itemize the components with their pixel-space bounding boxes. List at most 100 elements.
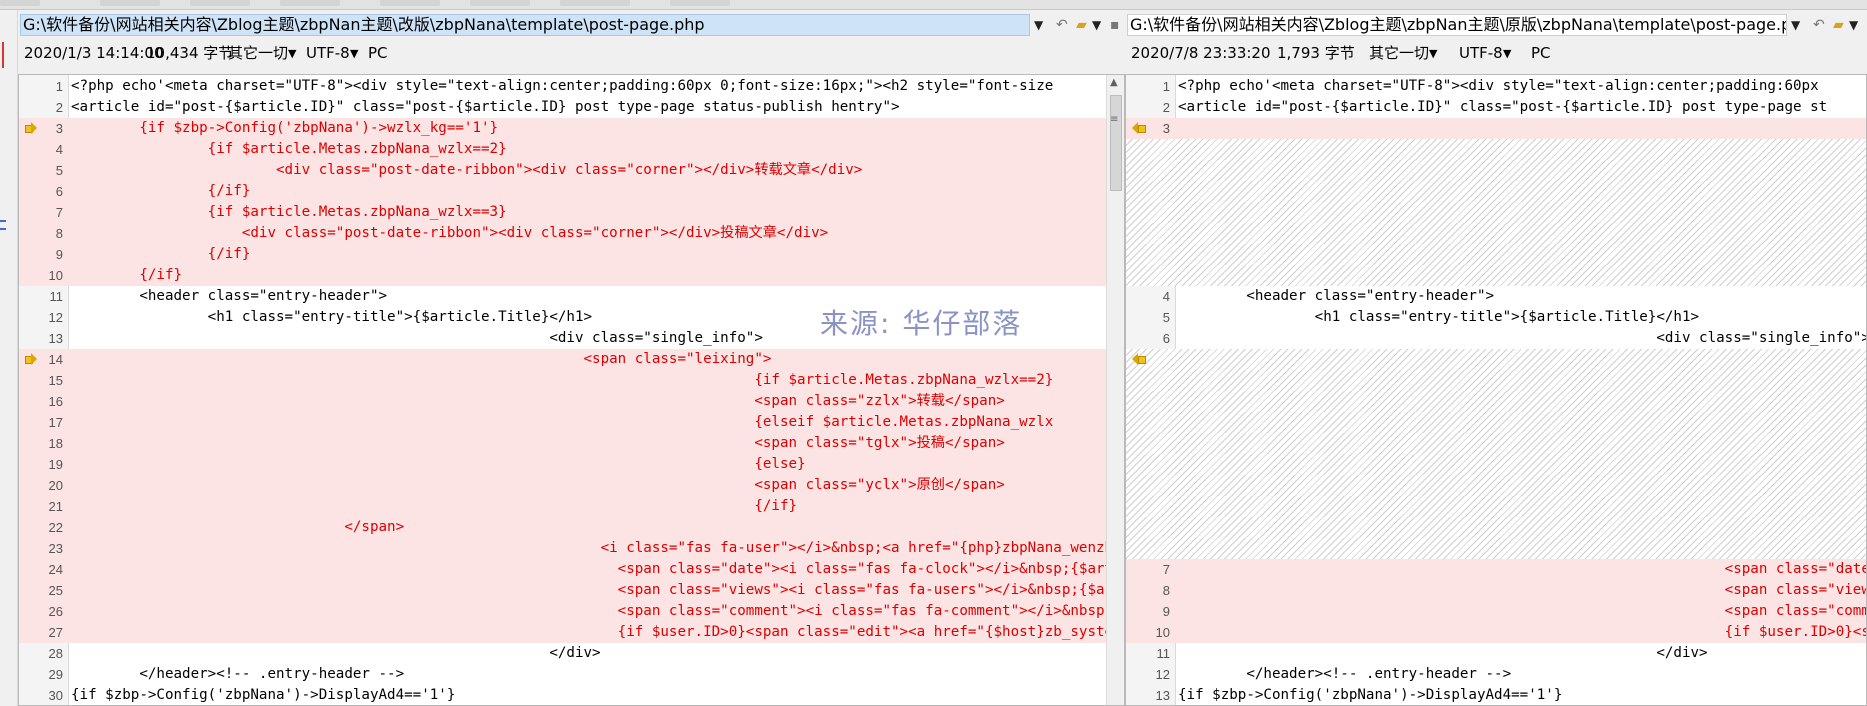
code-line[interactable]: 24 <span class="date"><i class="fas fa-c… bbox=[19, 559, 1124, 580]
code-line[interactable]: 4 <header class="entry-header"> bbox=[1126, 286, 1866, 307]
code-line[interactable] bbox=[1126, 244, 1866, 265]
code-line[interactable] bbox=[1126, 160, 1866, 181]
code-line[interactable]: 22 </span> bbox=[19, 517, 1124, 538]
right-charset-filter[interactable]: 其它一切 bbox=[1369, 42, 1429, 64]
right-folder-open-icon[interactable]: ▰ bbox=[1833, 17, 1844, 33]
right-folder-dropdown-icon[interactable]: ▼ bbox=[1849, 18, 1858, 32]
code-line[interactable] bbox=[1126, 181, 1866, 202]
code-line[interactable] bbox=[1126, 412, 1866, 433]
code-line[interactable]: 28 </div> bbox=[19, 643, 1124, 664]
scroll-up-icon[interactable]: ▲ bbox=[1110, 77, 1118, 88]
code-line[interactable]: 5 <h1 class="entry-title">{$article.Titl… bbox=[1126, 307, 1866, 328]
line-number: 27 bbox=[48, 625, 63, 640]
code-line[interactable]: 10 {if $user.ID>0}<spar bbox=[1126, 622, 1866, 643]
left-vertical-scrollbar[interactable]: ▲ ≡ bbox=[1106, 75, 1124, 705]
code-line[interactable]: 15 {if $article.Metas.zbpNana_wzlx==2} bbox=[19, 370, 1124, 391]
left-folder-dropdown-icon[interactable]: ▼ bbox=[1092, 18, 1101, 32]
code-line[interactable] bbox=[1126, 475, 1866, 496]
line-number: 7 bbox=[1162, 562, 1170, 577]
code-line[interactable]: 3 bbox=[1126, 118, 1866, 139]
code-line[interactable]: 27 {if $user.ID>0}<span class="edit"><a … bbox=[19, 622, 1124, 643]
code-line[interactable] bbox=[1126, 370, 1866, 391]
code-line[interactable]: 23 <i class="fas fa-user"></i>&nbsp;<a h… bbox=[19, 538, 1124, 559]
code-line[interactable] bbox=[1126, 265, 1866, 286]
left-charset-dropdown-icon[interactable]: ▼ bbox=[288, 43, 296, 65]
code-line[interactable]: 21 {/if} bbox=[19, 496, 1124, 517]
right-line-ending[interactable]: PC bbox=[1531, 42, 1551, 64]
left-charset-filter[interactable]: 其它一切 bbox=[228, 42, 288, 64]
code-line[interactable]: 3 {if $zbp->Config('zbpNana')->wzlx_kg==… bbox=[19, 118, 1124, 139]
code-line[interactable]: 25 <span class="views"><i class="fas fa-… bbox=[19, 580, 1124, 601]
code-line[interactable]: 16 <span class="zzlx">转载</span> bbox=[19, 391, 1124, 412]
code-line[interactable] bbox=[1126, 538, 1866, 559]
left-folder-open-icon[interactable]: ▰ bbox=[1076, 17, 1087, 33]
code-line[interactable]: 2 <article id="post-{$article.ID}" class=… bbox=[1126, 97, 1866, 118]
diff-marker-icon[interactable] bbox=[25, 122, 37, 134]
code-line[interactable]: 30 {if $zbp->Config('zbpNana')->DisplayAd… bbox=[19, 685, 1124, 705]
code-line[interactable] bbox=[1126, 517, 1866, 538]
right-encoding[interactable]: UTF-8 bbox=[1459, 42, 1503, 64]
code-line[interactable] bbox=[1126, 391, 1866, 412]
code-line[interactable]: 19 {else} bbox=[19, 454, 1124, 475]
code-line[interactable]: 9 {/if} bbox=[19, 244, 1124, 265]
diff-marker-icon[interactable] bbox=[1132, 353, 1146, 365]
code-line[interactable]: 12 </header><!-- .entry-header --> bbox=[1126, 664, 1866, 685]
code-line[interactable]: 8 <div class="post-date-ribbon"><div cla… bbox=[19, 223, 1124, 244]
code-line[interactable]: 6 <div class="single_info"> bbox=[1126, 328, 1866, 349]
code-line[interactable]: 26 <span class="comment"><i class="fas f… bbox=[19, 601, 1124, 622]
code-line[interactable] bbox=[1126, 454, 1866, 475]
code-line[interactable] bbox=[1126, 349, 1866, 370]
left-encoding[interactable]: UTF-8 bbox=[306, 42, 350, 64]
code-line[interactable] bbox=[1126, 223, 1866, 244]
code-line[interactable] bbox=[1126, 139, 1866, 160]
code-line[interactable]: 11 </div> bbox=[1126, 643, 1866, 664]
diff-marker-icon[interactable] bbox=[1132, 122, 1146, 134]
line-number: 8 bbox=[1162, 583, 1170, 598]
right-recent-icon[interactable]: ↶ bbox=[1813, 17, 1825, 33]
line-code: <h1 class="entry-title">{$article.Title}… bbox=[1178, 309, 1700, 325]
left-encoding-dropdown-icon[interactable]: ▼ bbox=[350, 43, 358, 65]
code-line[interactable]: 2 <article id="post-{$article.ID}" class=… bbox=[19, 97, 1124, 118]
watermark-text: 来源: 华仔部落 bbox=[820, 307, 1023, 340]
code-line[interactable]: 1 <?php echo'<meta charset="UTF-8"><div s… bbox=[1126, 76, 1866, 97]
left-side-strip bbox=[0, 10, 18, 706]
code-line[interactable]: 7 {if $article.Metas.zbpNana_wzlx==3} bbox=[19, 202, 1124, 223]
code-line[interactable] bbox=[1126, 433, 1866, 454]
left-save-icon[interactable]: ▪ bbox=[1110, 17, 1120, 33]
code-line[interactable]: 29 </header><!-- .entry-header --> bbox=[19, 664, 1124, 685]
scroll-thumb[interactable] bbox=[1110, 95, 1122, 191]
code-line[interactable]: 20 <span class="yclx">原创</span> bbox=[19, 475, 1124, 496]
line-code: <div class="post-date-ribbon"><div class… bbox=[71, 162, 863, 178]
code-line[interactable]: 18 <span class="tglx">投稿</span> bbox=[19, 433, 1124, 454]
code-line[interactable] bbox=[1126, 496, 1866, 517]
right-path-input[interactable]: G:\软件备份\网站相关内容\Zblog主题\zbpNan主题\原版\zbpNa… bbox=[1127, 14, 1787, 36]
left-path-dropdown-icon[interactable]: ▼ bbox=[1034, 18, 1043, 32]
line-number: 13 bbox=[48, 331, 63, 346]
code-line[interactable]: 17 {elseif $article.Metas.zbpNana_wzlx bbox=[19, 412, 1124, 433]
line-code: <header class="entry-header"> bbox=[1178, 288, 1495, 304]
code-line[interactable]: 9 <span class="comment bbox=[1126, 601, 1866, 622]
code-line[interactable]: 4 {if $article.Metas.zbpNana_wzlx==2} bbox=[19, 139, 1124, 160]
code-line[interactable]: 1 <?php echo'<meta charset="UTF-8"><div s… bbox=[19, 76, 1124, 97]
code-line[interactable]: 10 {/if} bbox=[19, 265, 1124, 286]
line-number: 18 bbox=[48, 436, 63, 451]
code-line[interactable]: 7 <span class="date">{ bbox=[1126, 559, 1866, 580]
right-path-dropdown-icon[interactable]: ▼ bbox=[1791, 18, 1800, 32]
code-line[interactable]: 14 <span class="leixing"> bbox=[19, 349, 1124, 370]
left-recent-icon[interactable]: ↶ bbox=[1056, 17, 1068, 33]
code-line[interactable] bbox=[1126, 202, 1866, 223]
line-code: <?php echo'<meta charset="UTF-8"><div st… bbox=[1178, 78, 1819, 94]
code-line[interactable]: 8 <span class="views"> bbox=[1126, 580, 1866, 601]
left-line-ending[interactable]: PC bbox=[368, 42, 388, 64]
code-line[interactable]: 5 <div class="post-date-ribbon"><div cla… bbox=[19, 160, 1124, 181]
line-number: 13 bbox=[1155, 688, 1170, 703]
left-path-input[interactable]: G:\软件备份\网站相关内容\Zblog主题\zbpNan主题\改版\zbpNa… bbox=[20, 14, 1030, 36]
code-line[interactable]: 6 {/if} bbox=[19, 181, 1124, 202]
left-code-editor[interactable]: 1 <?php echo'<meta charset="UTF-8"><div s… bbox=[18, 74, 1125, 706]
code-line[interactable]: 13 {if $zbp->Config('zbpNana')->DisplayAd… bbox=[1126, 685, 1866, 705]
right-encoding-dropdown-icon[interactable]: ▼ bbox=[1503, 43, 1511, 65]
right-charset-dropdown-icon[interactable]: ▼ bbox=[1429, 43, 1437, 65]
diff-marker-icon[interactable] bbox=[25, 353, 37, 365]
right-code-editor[interactable]: 1 <?php echo'<meta charset="UTF-8"><div s… bbox=[1125, 74, 1867, 706]
side-marker bbox=[0, 228, 6, 230]
